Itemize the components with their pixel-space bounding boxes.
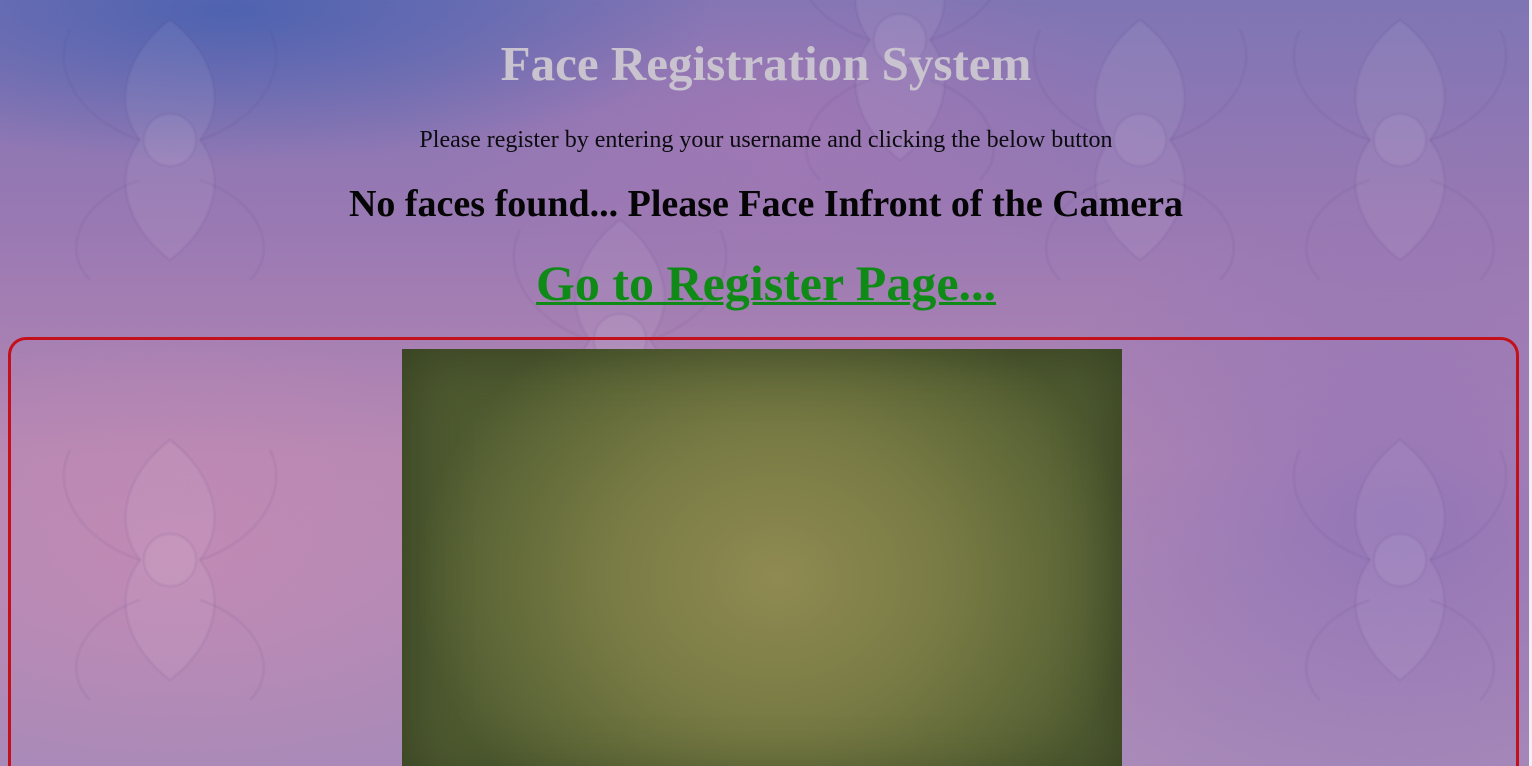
webcam-feed-icon [402, 349, 1122, 766]
page-title: Face Registration System [500, 36, 1032, 91]
go-to-register-link[interactable]: Go to Register Page... [536, 255, 996, 311]
register-instruction: Please register by entering your usernam… [419, 127, 1113, 153]
register-link-container: Go to Register Page... [0, 254, 1532, 312]
face-status-message: No faces found... Please Face Infront of… [348, 183, 1184, 225]
